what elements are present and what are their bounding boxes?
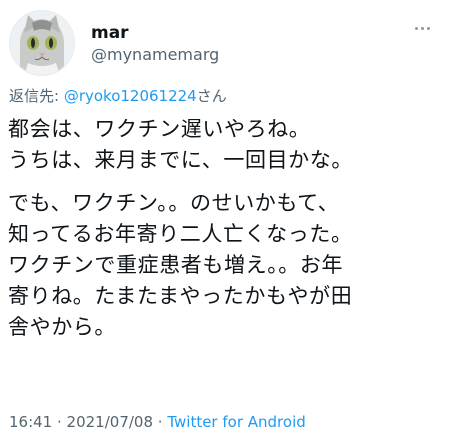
tweet-date[interactable]: 2021/07/08 bbox=[67, 413, 153, 431]
tweet-header: mar @mynamemarg bbox=[9, 10, 439, 76]
reply-to: 返信先: @ryoko12061224さん bbox=[9, 86, 227, 106]
tweet-line: 舎やから。 bbox=[8, 315, 116, 339]
avatar[interactable] bbox=[9, 10, 75, 76]
tweet-body: 都会は、ワクチン遅いやろね。 うちは、来月までに、一回目かな。 でも、ワクチン。… bbox=[8, 114, 443, 343]
tweet-paragraph: でも、ワクチン。。のせいかもて、 知ってるお年寄り二人亡くなった。 ワクチンで重… bbox=[8, 188, 443, 343]
meta-separator: · bbox=[52, 413, 67, 431]
reply-to-mention[interactable]: @ryoko12061224 bbox=[64, 87, 197, 105]
tweet-line: 寄りね。たまたまやったかもやが田 bbox=[8, 284, 353, 308]
reply-to-suffix: さん bbox=[196, 87, 227, 105]
display-name[interactable]: mar bbox=[91, 23, 219, 43]
tweet-line: ワクチンで重症患者も増え。。お年 bbox=[8, 253, 344, 277]
tweet-line: でも、ワクチン。。のせいかもて、 bbox=[8, 191, 340, 215]
tweet-line: うちは、来月までに、一回目かな。 bbox=[8, 148, 353, 172]
tweet-line: 知ってるお年寄り二人亡くなった。 bbox=[8, 222, 353, 246]
tweet-source-link[interactable]: Twitter for Android bbox=[167, 413, 305, 431]
meta-separator: · bbox=[153, 413, 168, 431]
tweet-line: 都会は、ワクチン遅いやろね。 bbox=[8, 117, 311, 141]
author-names: mar @mynamemarg bbox=[91, 23, 219, 65]
cat-avatar-icon bbox=[10, 11, 74, 75]
reply-to-prefix: 返信先: bbox=[9, 87, 64, 105]
tweet-meta: 16:41 · 2021/07/08 · Twitter for Android bbox=[9, 412, 306, 432]
more-dots-icon[interactable] bbox=[413, 18, 435, 30]
user-handle[interactable]: @mynamemarg bbox=[91, 45, 219, 65]
tweet: mar @mynamemarg 返信先: @ryoko12061224さん 都会… bbox=[0, 0, 449, 445]
tweet-time[interactable]: 16:41 bbox=[9, 413, 52, 431]
tweet-paragraph: 都会は、ワクチン遅いやろね。 うちは、来月までに、一回目かな。 bbox=[8, 114, 443, 176]
